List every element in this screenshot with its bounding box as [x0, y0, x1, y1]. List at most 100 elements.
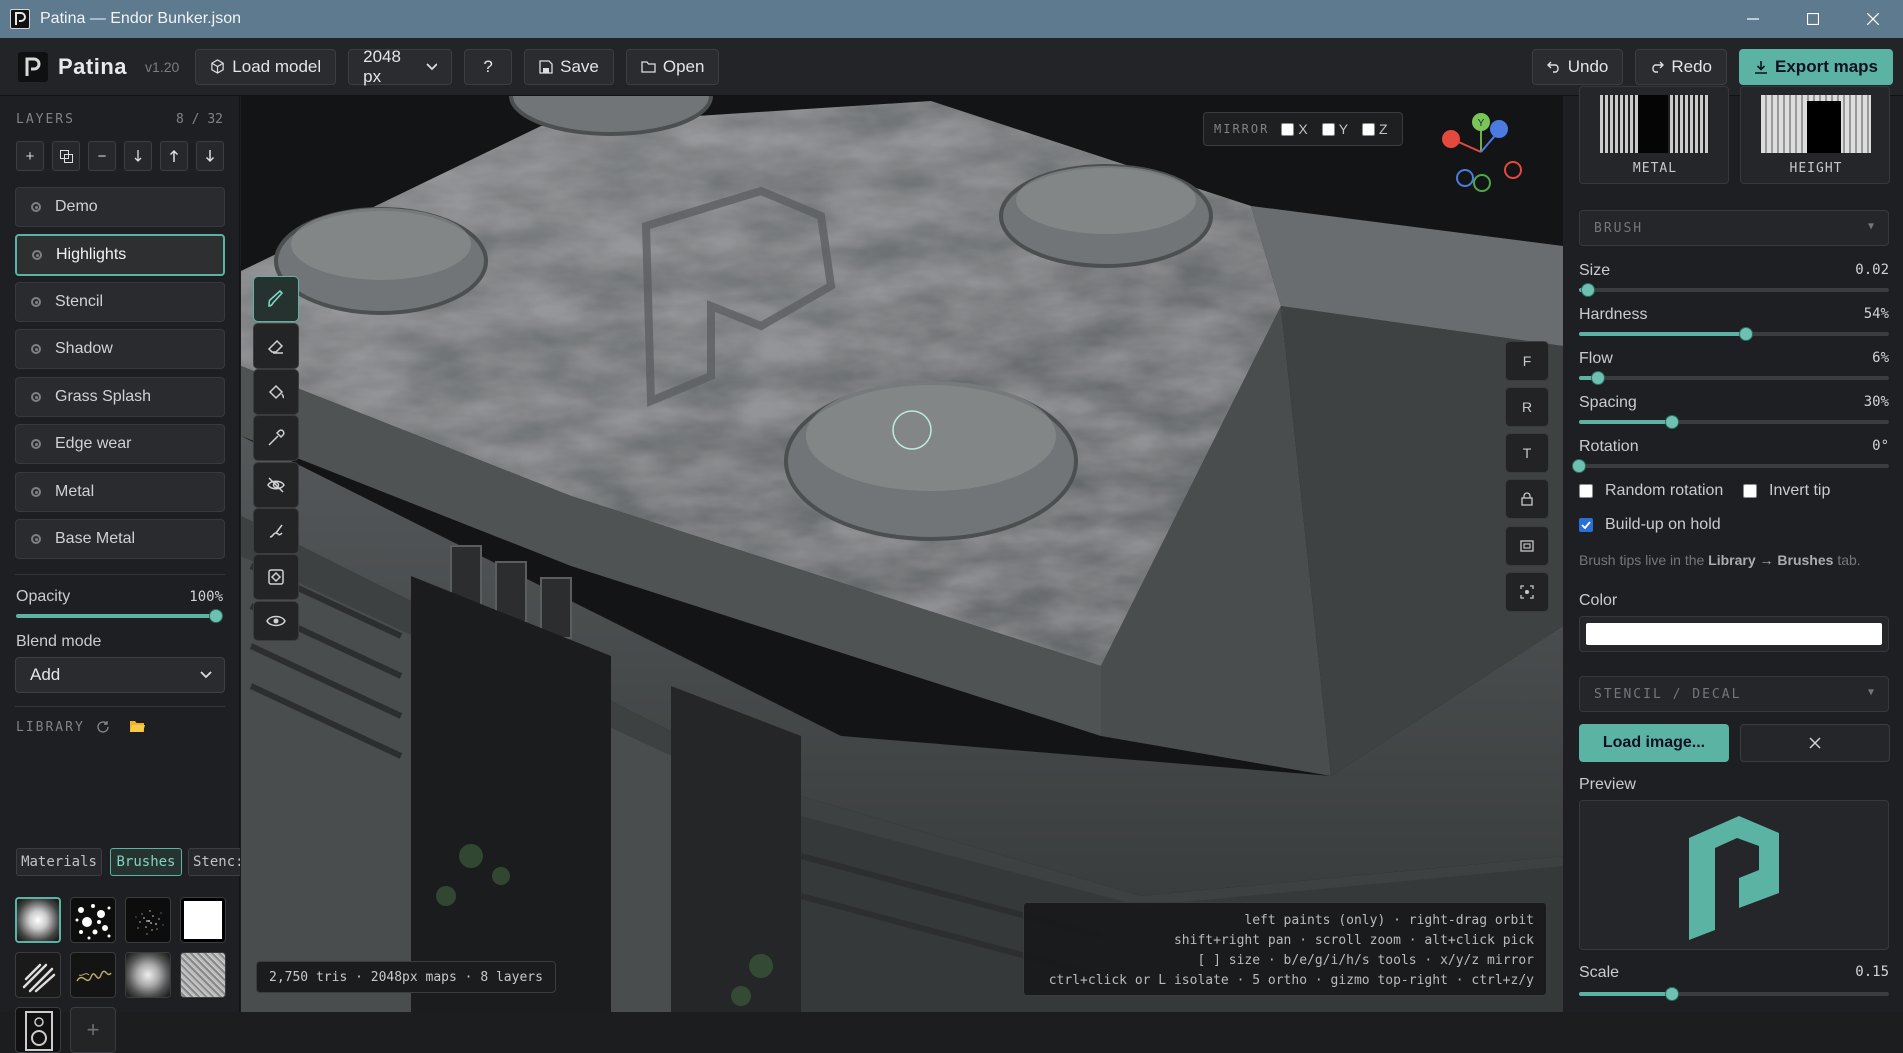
flow-slider[interactable]	[1579, 371, 1889, 385]
slider-thumb[interactable]	[1572, 459, 1586, 473]
save-button[interactable]: Save	[524, 48, 614, 85]
orientation-gizmo[interactable]: Y	[1436, 110, 1541, 210]
mirror-x-checkbox[interactable]: X	[1281, 121, 1308, 137]
brush-tip-speaker[interactable]	[15, 1007, 61, 1053]
undo-button[interactable]: Undo	[1531, 48, 1624, 85]
brush-tip-spray[interactable]	[125, 897, 171, 943]
save-label: Save	[560, 56, 599, 76]
checkbox-box[interactable]	[1579, 484, 1593, 498]
layer-item[interactable]: Stencil	[15, 282, 225, 322]
add-layer-button[interactable]: +	[16, 141, 44, 171]
eyedropper-tool-button[interactable]	[253, 415, 299, 461]
layer-item[interactable]: Edge wear	[15, 424, 225, 464]
slider-thumb[interactable]	[1581, 283, 1596, 297]
mirror-y-checkbox[interactable]: Y	[1321, 121, 1348, 137]
close-window-icon[interactable]	[1843, 0, 1903, 38]
brush-tip-script[interactable]	[70, 952, 116, 998]
library-tab-materials[interactable]: Materials	[16, 848, 102, 876]
layer-item[interactable]: Base Metal	[15, 519, 225, 559]
brush-tip-splatter[interactable]	[70, 897, 116, 943]
resolution-select[interactable]: 2048 px	[348, 47, 453, 86]
hardness-slider[interactable]	[1579, 327, 1889, 341]
brush-tip-grain[interactable]	[180, 952, 226, 998]
brush-tip-scratches[interactable]	[15, 952, 61, 998]
brush-tip-noise-round[interactable]	[125, 952, 171, 998]
visibility-dot-icon[interactable]	[31, 202, 41, 212]
load-image-button[interactable]: Load image...	[1579, 724, 1729, 762]
spacing-slider[interactable]	[1579, 415, 1889, 429]
redo-button[interactable]: Redo	[1635, 48, 1728, 85]
lock-view-button[interactable]	[1505, 479, 1549, 519]
random-rotation-checkbox[interactable]: Random rotation	[1579, 482, 1723, 500]
scale-slider[interactable]	[1579, 987, 1889, 1001]
slider-thumb[interactable]	[1665, 987, 1679, 1001]
slider-thumb[interactable]	[1590, 371, 1605, 385]
stencil-section-header[interactable]: STENCIL / DECAL ▼	[1579, 676, 1889, 712]
view-front-button[interactable]: F	[1505, 341, 1549, 381]
brush-tip-soft-round[interactable]	[15, 897, 61, 943]
close-icon	[1809, 737, 1821, 749]
export-maps-button[interactable]: Export maps	[1739, 48, 1893, 85]
brush-tool-button[interactable]	[253, 276, 299, 322]
duplicate-layer-button[interactable]	[52, 141, 80, 171]
note-link[interactable]: Library → Brushes	[1708, 552, 1833, 568]
library-tab-brushes[interactable]: Brushes	[110, 848, 182, 876]
open-button[interactable]: Open	[625, 48, 720, 85]
checkbox-checked[interactable]	[1579, 518, 1593, 532]
help-button[interactable]: ?	[464, 48, 513, 85]
visibility-toggle-button[interactable]	[253, 601, 299, 641]
layer-item[interactable]: Demo	[15, 187, 225, 227]
folder-open-icon[interactable]	[129, 719, 146, 733]
opacity-slider[interactable]	[16, 609, 223, 623]
height-map-tile[interactable]: HEIGHT	[1740, 86, 1890, 184]
size-slider[interactable]	[1579, 283, 1889, 297]
hide-tool-button[interactable]	[253, 462, 299, 508]
visibility-dot-icon[interactable]	[31, 297, 41, 307]
visibility-dot-icon[interactable]	[31, 534, 41, 544]
frame-view-button[interactable]	[1505, 526, 1549, 566]
refresh-icon[interactable]	[96, 720, 110, 734]
smudge-tool-button[interactable]	[253, 508, 299, 554]
slider-thumb[interactable]	[1665, 415, 1679, 429]
view-right-button[interactable]: R	[1505, 387, 1549, 427]
visibility-dot-icon[interactable]	[31, 439, 41, 449]
metal-map-tile[interactable]: METAL	[1579, 86, 1729, 184]
slider-thumb[interactable]	[1739, 327, 1754, 341]
load-model-button[interactable]: Load model	[195, 48, 337, 85]
minimize-icon[interactable]	[1723, 0, 1783, 38]
move-down-button[interactable]	[196, 141, 224, 171]
brush-section-header[interactable]: BRUSH ▼	[1579, 210, 1889, 246]
maximize-icon[interactable]	[1783, 0, 1843, 38]
visibility-dot-icon[interactable]	[32, 250, 42, 260]
invert-tip-checkbox[interactable]: Invert tip	[1743, 482, 1830, 500]
layer-item[interactable]: Metal	[15, 472, 225, 512]
add-brush-tip-button[interactable]: +	[70, 1007, 116, 1053]
3d-viewport[interactable]: MIRROR X Y Z Y F R T 2,750 tris · 2048px…	[241, 96, 1563, 1012]
brush-tip-square[interactable]	[180, 897, 226, 943]
layer-item[interactable]: Shadow	[15, 329, 225, 369]
remove-layer-button[interactable]: −	[88, 141, 116, 171]
visibility-dot-icon[interactable]	[31, 344, 41, 354]
move-up-button[interactable]	[160, 141, 188, 171]
fill-tool-button[interactable]	[253, 369, 299, 415]
library-tab-stencils[interactable]: Stenc:	[188, 848, 240, 876]
visibility-dot-icon[interactable]	[31, 392, 41, 402]
visibility-dot-icon[interactable]	[31, 487, 41, 497]
view-top-button[interactable]: T	[1505, 433, 1549, 473]
rotation-slider[interactable]	[1572, 459, 1889, 473]
merge-down-button[interactable]	[124, 141, 152, 171]
color-picker[interactable]	[1579, 616, 1889, 652]
eraser-tool-button[interactable]	[253, 323, 299, 369]
screenshot-button[interactable]	[1505, 572, 1549, 612]
export-maps-label: Export maps	[1775, 56, 1878, 76]
layer-item-selected[interactable]: Highlights	[15, 234, 225, 276]
clear-stencil-button[interactable]	[1740, 724, 1890, 762]
slider-thumb[interactable]	[209, 609, 223, 623]
checkbox-box[interactable]	[1743, 484, 1757, 498]
blend-mode-select[interactable]: Add	[15, 657, 225, 693]
layer-item[interactable]: Grass Splash	[15, 377, 225, 417]
buildup-on-hold-checkbox[interactable]: Build-up on hold	[1579, 516, 1721, 534]
stencil-tool-button[interactable]	[253, 554, 299, 600]
layer-label: Shadow	[55, 340, 113, 357]
mirror-z-checkbox[interactable]: Z	[1362, 121, 1388, 137]
